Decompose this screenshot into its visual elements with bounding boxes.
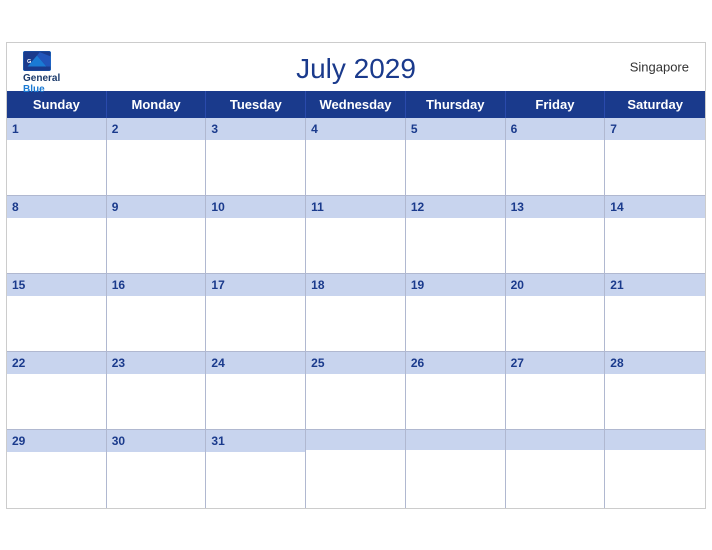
- day-cell: 5: [406, 118, 506, 196]
- calendar-grid: 1234567891011121314151617181920212223242…: [7, 118, 705, 508]
- logo-area: G General Blue: [23, 51, 60, 95]
- day-number: 16: [112, 278, 125, 292]
- day-number: 13: [511, 200, 524, 214]
- calendar: G General Blue July 2029 Singapore Sunda…: [6, 42, 706, 509]
- day-number: 10: [211, 200, 224, 214]
- month-title: July 2029: [296, 53, 416, 85]
- day-cell: [506, 430, 606, 508]
- day-cell: 4: [306, 118, 406, 196]
- day-header-tuesday: Tuesday: [206, 91, 306, 118]
- day-cell: 7: [605, 118, 705, 196]
- day-number: 11: [311, 200, 324, 214]
- day-cell: 17: [206, 274, 306, 352]
- day-header-friday: Friday: [506, 91, 606, 118]
- day-cell: 28: [605, 352, 705, 430]
- day-cell: 14: [605, 196, 705, 274]
- day-number: 9: [112, 200, 119, 214]
- day-number: 14: [610, 200, 623, 214]
- day-header-sunday: Sunday: [7, 91, 107, 118]
- day-cell: 10: [206, 196, 306, 274]
- days-of-week-header: Sunday Monday Tuesday Wednesday Thursday…: [7, 91, 705, 118]
- day-number: 27: [511, 356, 524, 370]
- day-cell: 22: [7, 352, 107, 430]
- logo-general-text: General: [23, 73, 60, 84]
- day-header-thursday: Thursday: [406, 91, 506, 118]
- day-number: 18: [311, 278, 324, 292]
- day-number: 6: [511, 122, 518, 136]
- day-cell: [306, 430, 406, 508]
- generalblue-logo-icon: G: [23, 51, 51, 71]
- day-cell: 31: [206, 430, 306, 508]
- day-number: 31: [211, 434, 224, 448]
- day-number: 1: [12, 122, 19, 136]
- day-cell: 3: [206, 118, 306, 196]
- day-cell: 18: [306, 274, 406, 352]
- day-number: 5: [411, 122, 418, 136]
- day-number: 25: [311, 356, 324, 370]
- day-cell: 21: [605, 274, 705, 352]
- day-cell: [605, 430, 705, 508]
- day-cell: 19: [406, 274, 506, 352]
- day-number: 24: [211, 356, 224, 370]
- day-cell: 11: [306, 196, 406, 274]
- day-number: 23: [112, 356, 125, 370]
- calendar-header: G General Blue July 2029 Singapore: [7, 43, 705, 91]
- day-cell: 20: [506, 274, 606, 352]
- day-cell: 23: [107, 352, 207, 430]
- day-cell: 15: [7, 274, 107, 352]
- day-header-monday: Monday: [107, 91, 207, 118]
- svg-text:G: G: [27, 59, 31, 65]
- day-cell: 16: [107, 274, 207, 352]
- day-number: 2: [112, 122, 119, 136]
- day-number: 19: [411, 278, 424, 292]
- day-number: 29: [12, 434, 25, 448]
- day-cell: 6: [506, 118, 606, 196]
- day-cell: 30: [107, 430, 207, 508]
- day-number: 3: [211, 122, 218, 136]
- day-cell: 25: [306, 352, 406, 430]
- day-number: 15: [12, 278, 25, 292]
- day-cell: 27: [506, 352, 606, 430]
- day-cell: 12: [406, 196, 506, 274]
- country-label: Singapore: [630, 59, 689, 74]
- day-number: 8: [12, 200, 19, 214]
- day-cell: 8: [7, 196, 107, 274]
- day-number: 22: [12, 356, 25, 370]
- day-number: 20: [511, 278, 524, 292]
- day-header-wednesday: Wednesday: [306, 91, 406, 118]
- day-header-saturday: Saturday: [605, 91, 705, 118]
- day-cell: 1: [7, 118, 107, 196]
- day-number: 7: [610, 122, 617, 136]
- logo-blue-text: Blue: [23, 84, 45, 95]
- day-number: 12: [411, 200, 424, 214]
- day-number: 26: [411, 356, 424, 370]
- day-cell: 2: [107, 118, 207, 196]
- day-number: 30: [112, 434, 125, 448]
- day-cell: 26: [406, 352, 506, 430]
- day-cell: 24: [206, 352, 306, 430]
- day-number: 28: [610, 356, 623, 370]
- day-cell: 29: [7, 430, 107, 508]
- day-cell: 13: [506, 196, 606, 274]
- day-cell: 9: [107, 196, 207, 274]
- day-number: 4: [311, 122, 318, 136]
- day-number: 21: [610, 278, 623, 292]
- day-cell: [406, 430, 506, 508]
- day-number: 17: [211, 278, 224, 292]
